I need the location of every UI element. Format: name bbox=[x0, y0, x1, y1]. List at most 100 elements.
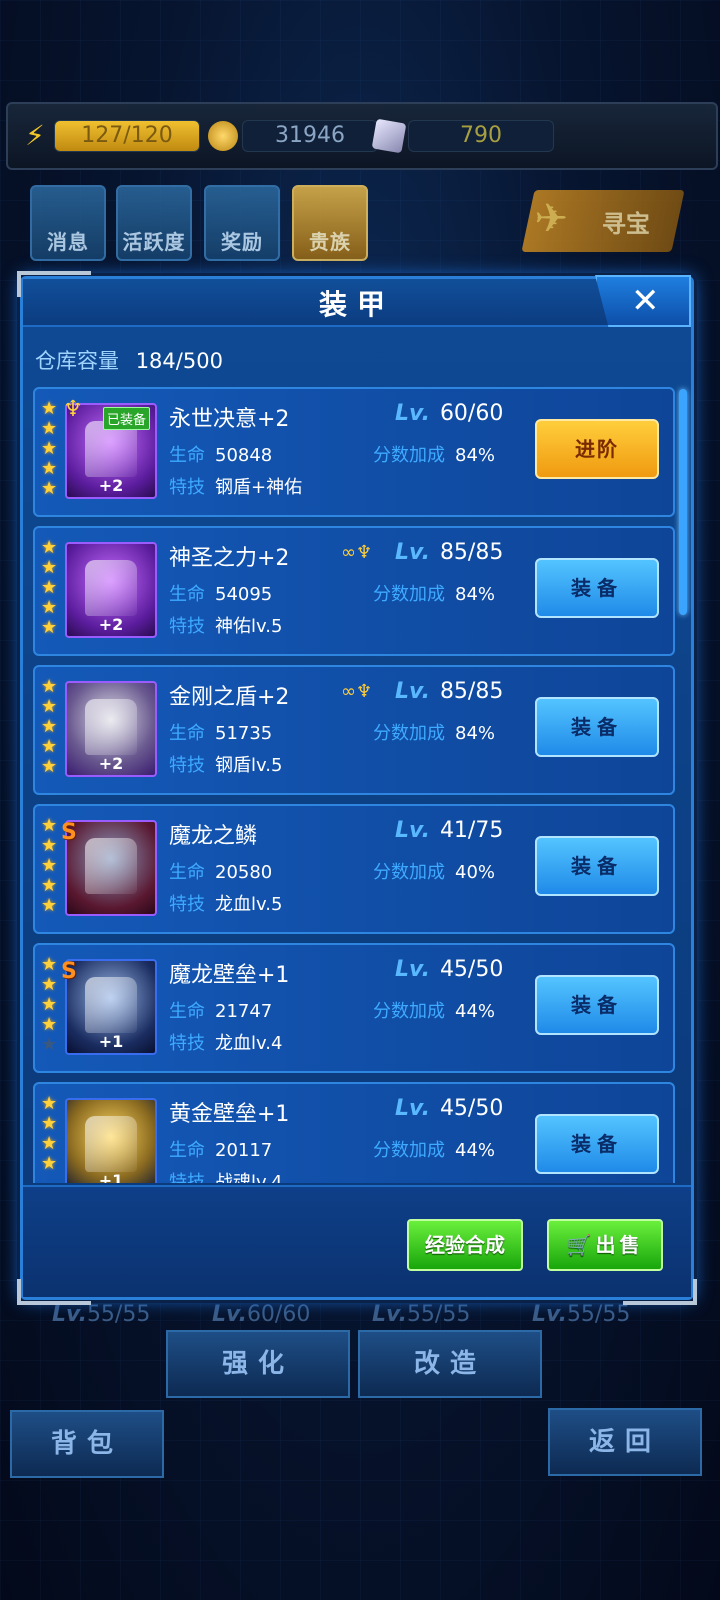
slot-level-1: Lv.55/55 bbox=[52, 1302, 151, 1327]
skill-row: 特技 钢盾lv.5 bbox=[169, 755, 283, 776]
armor-thumbnail: +1 bbox=[65, 959, 157, 1055]
star-icon: ★ bbox=[41, 716, 58, 737]
messages-button[interactable]: 消息 bbox=[30, 185, 106, 261]
plus-level: +1 bbox=[98, 1171, 124, 1183]
diamond-icon bbox=[371, 118, 407, 154]
slot-level-2: Lv.60/60 bbox=[212, 1302, 311, 1327]
plus-level: +2 bbox=[98, 476, 124, 495]
star-icon: ★ bbox=[41, 1153, 58, 1174]
hp-row: 生命 54095 bbox=[169, 584, 273, 605]
star-icon: ★ bbox=[41, 557, 58, 578]
star-icon: ★ bbox=[41, 895, 58, 916]
skill-row: 特技 龙血lv.4 bbox=[169, 1033, 283, 1054]
treasure-label: 寻宝 bbox=[601, 210, 650, 238]
gold-display[interactable]: 31946 bbox=[208, 120, 378, 152]
star-rating: ★ ★ ★ ★ ★ bbox=[41, 399, 63, 499]
noble-button[interactable]: 贵族 bbox=[292, 185, 368, 261]
advance-button[interactable]: 进阶 bbox=[535, 419, 659, 479]
star-icon: ★ bbox=[41, 458, 58, 479]
plus-level: +1 bbox=[98, 1032, 124, 1051]
plus-level: +2 bbox=[98, 754, 124, 773]
treasure-button[interactable]: ✈ 寻宝 bbox=[521, 190, 685, 252]
gem-display[interactable]: 790 bbox=[371, 118, 554, 154]
score-bonus: 分数加成 40% bbox=[373, 862, 496, 883]
bag-button[interactable]: 背包 bbox=[10, 1410, 164, 1478]
armor-item[interactable]: ★ ★ ★ ★ ★ +2 ♆ 已装备 永世决意+2 Lv. 60/60 生命 50848 分… bbox=[33, 387, 675, 517]
star-icon: ★ bbox=[41, 597, 58, 618]
star-icon: ★ bbox=[41, 855, 58, 876]
activity-button[interactable]: 活跃度 bbox=[116, 185, 192, 261]
armor-item[interactable]: ★ ★ ★ ★ ★ +2 神圣之力+2 ∞♆ Lv. 85/85 生命 54095 分数加成… bbox=[33, 526, 675, 656]
gold-value: 31946 bbox=[242, 120, 378, 152]
plus-level: +2 bbox=[98, 615, 124, 634]
equip-button[interactable]: 装备 bbox=[535, 558, 659, 618]
star-icon: ★ bbox=[41, 696, 58, 717]
star-icon: ★ bbox=[41, 875, 58, 896]
back-button[interactable]: 返回 bbox=[548, 1408, 702, 1476]
capacity-value: 184/500 bbox=[135, 349, 223, 373]
armor-item[interactable]: ★ ★ ★ ★ ★ +2 金刚之盾+2 ∞♆ Lv. 85/85 生命 51735 分数加成… bbox=[33, 665, 675, 795]
cart-icon: 🛒 bbox=[566, 1233, 596, 1257]
star-icon: ★ bbox=[41, 954, 58, 975]
rewards-button[interactable]: 奖励 bbox=[204, 185, 280, 261]
storage-capacity: 仓库容量 184/500 bbox=[35, 345, 223, 375]
armor-item[interactable]: ★ ★ ★ ★ +1 黄金壁垒+1 Lv. 45/50 生命 20117 分数加成 44% … bbox=[33, 1082, 675, 1183]
hp-row: 生命 20117 bbox=[169, 1140, 273, 1161]
star-icon: ★ bbox=[41, 815, 58, 836]
star-icon: ★ bbox=[41, 418, 58, 439]
rank-emblem-icon: ♆ bbox=[63, 397, 83, 422]
star-icon: ★ bbox=[41, 1133, 58, 1154]
equip-button[interactable]: 装备 bbox=[535, 975, 659, 1035]
equip-button[interactable]: 装备 bbox=[535, 697, 659, 757]
armor-thumbnail bbox=[65, 820, 157, 916]
modal-header: 装甲 bbox=[23, 279, 691, 327]
star-icon: ★ bbox=[41, 1093, 58, 1114]
exp-synthesis-button[interactable]: 经验合成 bbox=[407, 1219, 523, 1271]
modify-button[interactable]: 改造 bbox=[358, 1330, 542, 1398]
armor-thumbnail: +1 bbox=[65, 1098, 157, 1183]
star-icon: ★ bbox=[41, 835, 58, 856]
close-button[interactable]: ✕ bbox=[595, 275, 691, 327]
armor-item[interactable]: ★ ★ ★ ★ ★ S 魔龙之鳞 Lv. 41/75 生命 20580 分数加成 40% 特技… bbox=[33, 804, 675, 934]
armor-image bbox=[85, 977, 137, 1033]
equip-button[interactable]: 装备 bbox=[535, 836, 659, 896]
lightning-icon: ⚡ bbox=[25, 119, 45, 152]
equip-button[interactable]: 装备 bbox=[535, 1114, 659, 1174]
armor-item[interactable]: ★ ★ ★ ★ ★ +1 S 魔龙壁垒+1 Lv. 45/50 生命 21747 分数加成 4… bbox=[33, 943, 675, 1073]
jet-icon: ✈ bbox=[534, 196, 568, 242]
sell-button[interactable]: 🛒出售 bbox=[547, 1219, 663, 1271]
rewards-label: 奖励 bbox=[221, 230, 263, 254]
hp-row: 生命 20580 bbox=[169, 862, 273, 883]
skill-row: 特技 战魂lv.4 bbox=[169, 1172, 283, 1183]
score-bonus: 分数加成 84% bbox=[373, 584, 496, 605]
star-rating: ★ ★ ★ ★ ★ bbox=[41, 538, 63, 638]
armor-level: Lv. 85/85 bbox=[395, 679, 504, 704]
skill-row: 特技 龙血lv.5 bbox=[169, 894, 283, 915]
armor-name: 魔龙壁垒+1 bbox=[169, 963, 290, 988]
armor-list: ★ ★ ★ ★ ★ +2 ♆ 已装备 永世决意+2 Lv. 60/60 生命 50848 分… bbox=[33, 387, 681, 1183]
armor-name: 神圣之力+2 bbox=[169, 546, 290, 571]
armor-level: Lv. 45/50 bbox=[395, 1096, 504, 1121]
star-icon: ★ bbox=[41, 1014, 58, 1035]
star-rating: ★ ★ ★ ★ ★ bbox=[41, 816, 63, 916]
armor-level: Lv. 60/60 bbox=[395, 401, 504, 426]
star-icon: ★ bbox=[41, 577, 58, 598]
armor-name: 黄金壁垒+1 bbox=[169, 1102, 290, 1127]
score-bonus: 分数加成 84% bbox=[373, 445, 496, 466]
enhance-button[interactable]: 强化 bbox=[166, 1330, 350, 1398]
score-bonus: 分数加成 44% bbox=[373, 1001, 496, 1022]
modal-title: 装甲 bbox=[318, 288, 395, 321]
capacity-label: 仓库容量 bbox=[35, 349, 119, 373]
armor-thumbnail: +2 bbox=[65, 681, 157, 777]
star-icon: ★ bbox=[41, 1034, 58, 1055]
gem-value: 790 bbox=[408, 120, 554, 152]
energy-display[interactable]: ⚡ 127/120 bbox=[20, 120, 200, 152]
armor-level: Lv. 41/75 bbox=[395, 818, 504, 843]
slot-level-3: Lv.55/55 bbox=[372, 1302, 471, 1327]
armor-thumbnail: +2 bbox=[65, 542, 157, 638]
close-icon: ✕ bbox=[631, 281, 660, 321]
activity-label: 活跃度 bbox=[122, 230, 186, 254]
star-icon: ★ bbox=[41, 1113, 58, 1134]
noble-label: 贵族 bbox=[309, 230, 351, 254]
star-rating: ★ ★ ★ ★ ★ bbox=[41, 677, 63, 777]
